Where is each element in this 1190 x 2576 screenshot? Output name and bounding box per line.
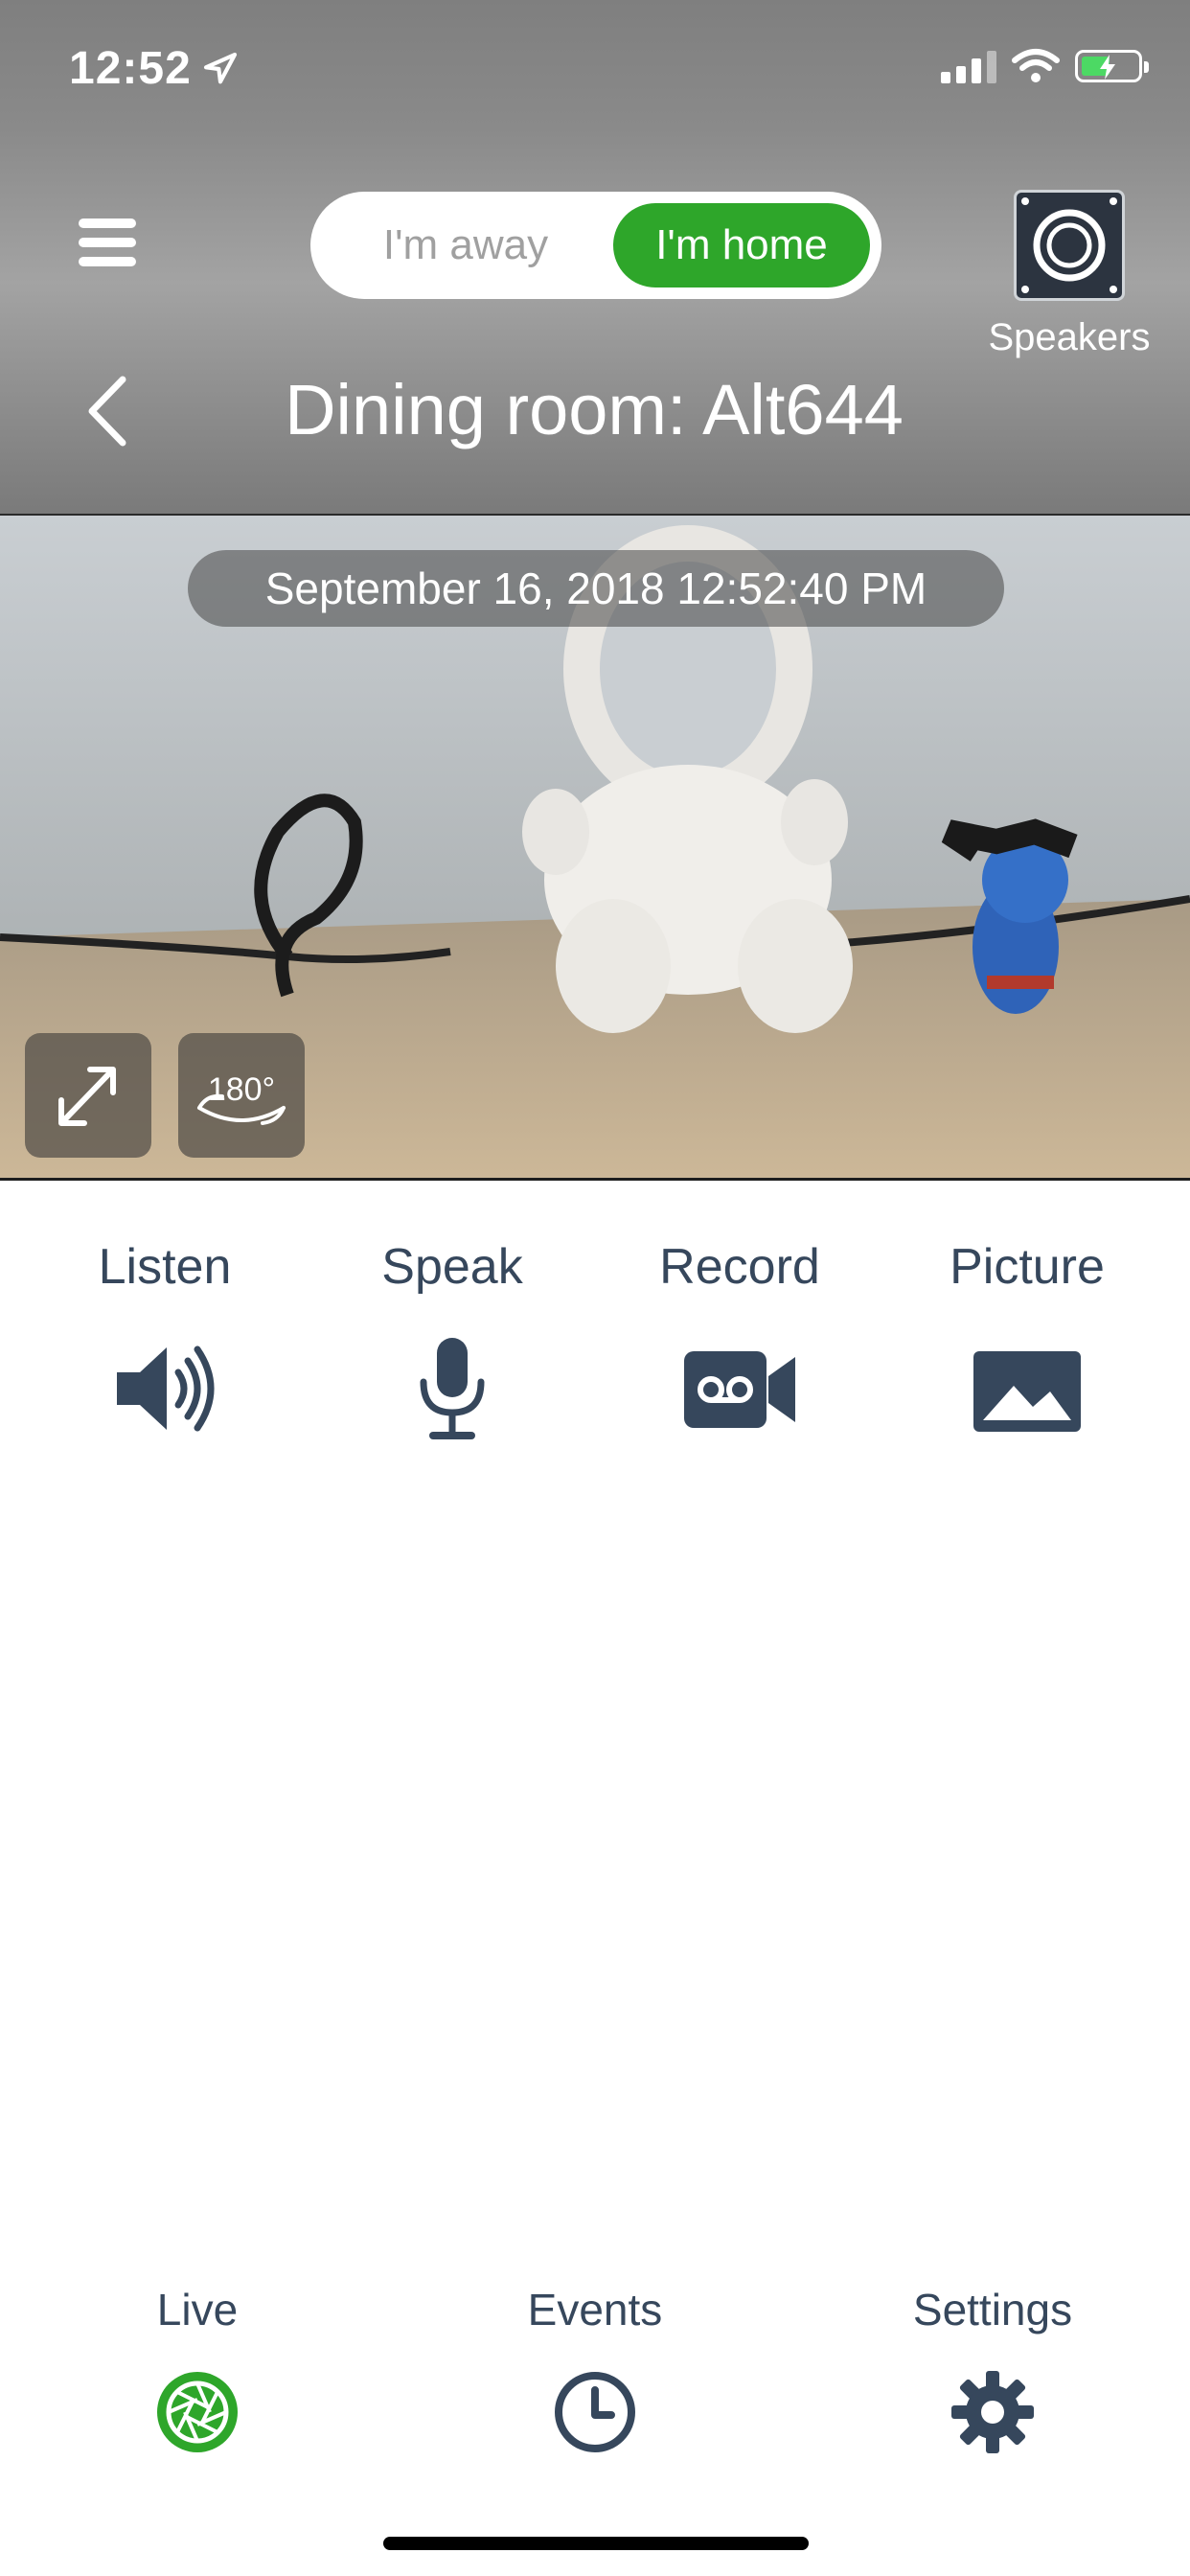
home-indicator[interactable] <box>383 2537 809 2550</box>
hamburger-menu-icon[interactable] <box>79 218 136 276</box>
im-away-option[interactable]: I'm away <box>322 203 609 288</box>
tab-events[interactable]: Events <box>451 2281 739 2462</box>
battery-icon <box>1075 50 1149 82</box>
tab-live-label: Live <box>156 2285 239 2334</box>
fullscreen-expand-icon[interactable] <box>25 1033 151 1158</box>
tab-bar: Live Events Settings <box>0 2281 1190 2472</box>
tab-events-label: Events <box>527 2285 663 2334</box>
record-button[interactable]: Record <box>596 1236 883 1446</box>
picture-button[interactable]: Picture <box>883 1236 1171 1446</box>
speak-label: Speak <box>381 1239 523 1295</box>
live-camera-shutter-icon <box>157 2372 238 2452</box>
listen-button[interactable]: Listen <box>21 1236 309 1446</box>
rotate-180-icon[interactable]: 180° <box>178 1033 305 1158</box>
status-time: 12:52 <box>69 43 192 94</box>
video-record-icon <box>684 1351 795 1428</box>
action-bar: Listen Speak Record Picture <box>0 1236 1190 1447</box>
wifi-icon <box>1012 49 1060 82</box>
im-home-option[interactable]: I'm home <box>613 203 870 288</box>
listen-label: Listen <box>98 1239 232 1295</box>
microphone-icon <box>420 1338 485 1439</box>
tab-settings-label: Settings <box>912 2285 1073 2334</box>
gear-icon <box>951 2371 1034 2453</box>
tab-live[interactable]: Live <box>54 2281 341 2462</box>
speak-button[interactable]: Speak <box>309 1236 596 1446</box>
status-indicators <box>941 48 1149 84</box>
page-title: Dining room: Alt644 <box>285 370 904 449</box>
svg-text:180°: 180° <box>208 1071 275 1108</box>
speakers-icon[interactable] <box>1014 190 1125 301</box>
picture-label: Picture <box>950 1239 1105 1295</box>
cell-signal-icon <box>941 49 996 83</box>
back-chevron-icon[interactable] <box>84 376 132 447</box>
record-label: Record <box>659 1239 820 1295</box>
location-arrow-icon <box>203 52 238 84</box>
camera-timestamp: September 16, 2018 12:52:40 PM <box>188 550 1004 627</box>
tab-settings[interactable]: Settings <box>849 2281 1136 2462</box>
speakers-label: Speakers <box>988 316 1151 358</box>
speaker-volume-icon <box>117 1346 215 1432</box>
header: 12:52 I'm away I'm home Speakers Dining … <box>0 0 1190 514</box>
clock-icon <box>555 2372 635 2452</box>
picture-icon <box>973 1351 1081 1432</box>
camera-live-view[interactable]: September 16, 2018 12:52:40 PM 180° <box>0 514 1190 1181</box>
away-home-toggle[interactable]: I'm away I'm home <box>310 192 881 299</box>
